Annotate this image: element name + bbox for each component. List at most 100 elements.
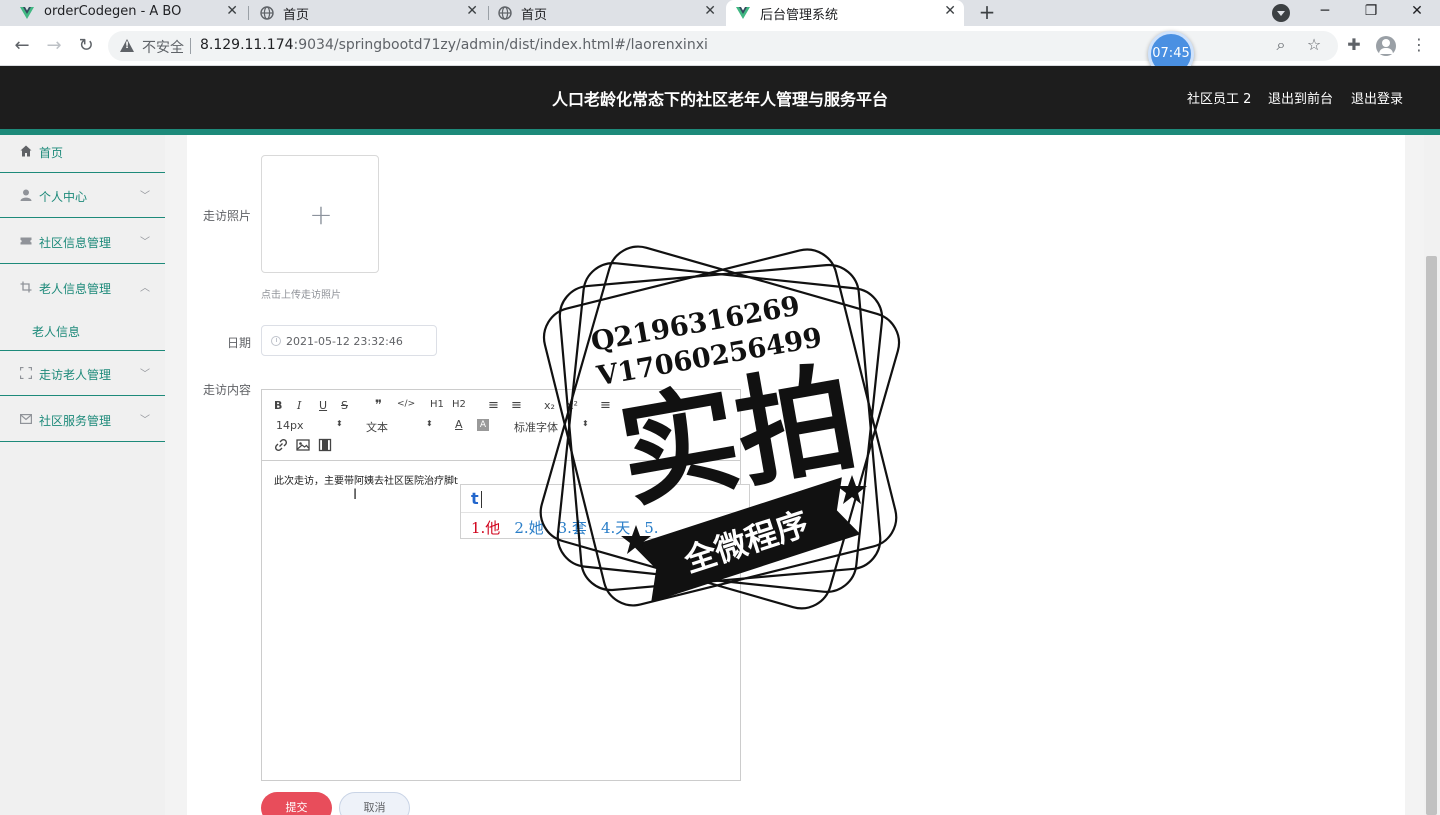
- plus-icon: +: [309, 198, 333, 231]
- tab-label: orderCodegen - A BO: [44, 4, 182, 19]
- reload-icon[interactable]: ↻: [74, 34, 98, 58]
- text-color-icon[interactable]: A: [455, 418, 463, 431]
- sidebar-item-home[interactable]: 首页: [0, 135, 165, 173]
- scrollbar-thumb[interactable]: [1426, 256, 1437, 815]
- sidebar-item-elderly-info[interactable]: 老人信息管理 ︿ 老人信息: [0, 265, 165, 351]
- photo-label: 走访照片: [202, 209, 251, 223]
- ime-candidate[interactable]: 2.她: [514, 519, 543, 537]
- forward-icon[interactable]: →: [42, 34, 66, 58]
- warning-icon: [120, 39, 134, 52]
- h2-button[interactable]: H2: [452, 399, 466, 410]
- chevron-down-icon: ﹀: [140, 191, 150, 202]
- blockquote-button[interactable]: ❞: [375, 398, 382, 413]
- date-picker[interactable]: 2021-05-12 23:32:46: [261, 325, 437, 356]
- ime-candidate[interactable]: 4.天: [601, 519, 630, 537]
- globe-icon: [498, 6, 512, 20]
- tab-label: 首页: [283, 8, 310, 23]
- close-icon[interactable]: ✕: [944, 3, 956, 19]
- sidebar: 首页 个人中心 ﹀ 社区信息管理 ﹀ 老人信息管理 ︿ 老人信息 走访老人管理 …: [0, 135, 165, 815]
- video-icon[interactable]: [318, 438, 332, 452]
- strike-button[interactable]: S: [341, 399, 348, 412]
- vue-icon: [736, 7, 750, 19]
- ime-divider: [461, 512, 751, 513]
- close-icon[interactable]: ✕: [704, 3, 716, 19]
- cancel-button[interactable]: 取消: [339, 792, 410, 815]
- upload-tip: 点击上传走访照片: [261, 290, 341, 301]
- message-icon: [20, 414, 32, 425]
- user-icon: [20, 189, 32, 201]
- address-bar: ← → ↻ 不安全 8.129.11.174:9034/springbootd7…: [0, 26, 1440, 66]
- minimize-button[interactable]: ─: [1302, 0, 1348, 26]
- ime-composition: t: [471, 489, 482, 508]
- bold-button[interactable]: B: [274, 399, 282, 412]
- font-size-select[interactable]: 14px ⬍: [276, 419, 344, 432]
- profile-avatar-icon[interactable]: [1376, 36, 1396, 56]
- sidebar-item-community-service[interactable]: 社区服务管理 ﹀: [0, 397, 165, 442]
- sidebar-item-label: 个人中心: [39, 190, 88, 204]
- text-type-value: 文本: [366, 421, 388, 434]
- tab-search-icon[interactable]: [1272, 4, 1290, 22]
- menu-kebab-icon[interactable]: ⋮: [1410, 36, 1428, 54]
- restore-button[interactable]: ❐: [1348, 0, 1394, 26]
- date-label: 日期: [226, 336, 251, 350]
- bullet-list-button[interactable]: ≡: [511, 398, 522, 413]
- extensions-icon[interactable]: ✚: [1345, 36, 1363, 54]
- indent-button[interactable]: ≡: [600, 398, 611, 413]
- rich-text-editor[interactable]: B I U S ❞ </> H1 H2 ≡ ≡ x₂ x² ≡ 14px ⬍ 文…: [261, 389, 741, 781]
- link-icon[interactable]: [274, 438, 288, 452]
- ticket-icon: [20, 237, 32, 245]
- code-button[interactable]: </>: [397, 399, 415, 409]
- subscript-button[interactable]: x₂: [544, 399, 555, 412]
- h1-button[interactable]: H1: [430, 399, 444, 410]
- select-arrow-icon: ⬍: [582, 419, 589, 428]
- photo-upload[interactable]: +: [261, 155, 379, 273]
- editor-content[interactable]: 此次走访，主要带阿姨去社区医院治疗脚t: [274, 472, 458, 487]
- browser-tab-admin[interactable]: 后台管理系统 ✕: [726, 0, 964, 26]
- zoom-icon[interactable]: ⌕: [1272, 36, 1290, 54]
- url-separator: [190, 38, 191, 54]
- fullscreen-icon: [20, 367, 32, 379]
- browser-tab-ordercodegen[interactable]: orderCodegen - A BO ✕: [0, 0, 246, 26]
- date-value: 2021-05-12 23:32:46: [286, 335, 403, 348]
- globe-icon: [260, 6, 274, 20]
- sidebar-item-community-info[interactable]: 社区信息管理 ﹀: [0, 219, 165, 264]
- close-icon[interactable]: ✕: [466, 3, 478, 19]
- chevron-down-icon: ﹀: [140, 415, 150, 426]
- highlight-color-icon[interactable]: A: [477, 419, 489, 431]
- security-label[interactable]: 不安全: [142, 37, 184, 57]
- crop-icon: [20, 281, 32, 293]
- superscript-button[interactable]: x²: [567, 399, 578, 412]
- current-user: 社区员工 2: [1187, 92, 1252, 107]
- font-family-select[interactable]: 标准字体 ⬍: [514, 419, 590, 435]
- content-label: 走访内容: [202, 383, 251, 397]
- ime-candidate[interactable]: 5.: [644, 519, 658, 537]
- text-type-select[interactable]: 文本 ⬍: [366, 419, 434, 435]
- chevron-down-icon: ﹀: [140, 369, 150, 380]
- browser-tab-bar: orderCodegen - A BO ✕ 首页 ✕ 首页 ✕ 后台管理系统 ✕…: [0, 0, 1440, 26]
- close-icon[interactable]: ✕: [226, 3, 238, 19]
- sidebar-item-label: 首页: [39, 146, 64, 160]
- new-tab-button[interactable]: +: [976, 0, 998, 26]
- sidebar-item-visit-elderly[interactable]: 走访老人管理 ﹀: [0, 351, 165, 396]
- sidebar-item-personal-center[interactable]: 个人中心 ﹀: [0, 173, 165, 218]
- vue-icon: [20, 7, 34, 19]
- ime-candidate[interactable]: 1.他: [471, 519, 500, 537]
- font-size-value: 14px: [276, 419, 304, 432]
- star-icon[interactable]: ☆: [1305, 36, 1323, 54]
- ordered-list-button[interactable]: ≡: [488, 398, 499, 413]
- logout-link[interactable]: 退出登录: [1351, 88, 1403, 107]
- sidebar-subitem-elderly[interactable]: 老人信息: [0, 309, 165, 351]
- sidebar-item-label: 老人信息管理: [39, 282, 112, 296]
- sidebar-item-label: 走访老人管理: [39, 368, 112, 382]
- back-icon[interactable]: ←: [10, 34, 34, 58]
- ime-candidate[interactable]: 3.套: [558, 519, 587, 537]
- submit-button[interactable]: 提交: [261, 792, 332, 815]
- window-close-button[interactable]: ✕: [1394, 0, 1440, 26]
- browser-tab-home-2[interactable]: 首页 ✕: [488, 0, 724, 26]
- underline-button[interactable]: U: [319, 399, 327, 412]
- image-icon[interactable]: [296, 438, 310, 452]
- select-arrow-icon: ⬍: [426, 419, 433, 428]
- exit-to-front-link[interactable]: 退出到前台: [1268, 88, 1333, 107]
- italic-button[interactable]: I: [297, 399, 301, 412]
- browser-tab-home-1[interactable]: 首页 ✕: [250, 0, 486, 26]
